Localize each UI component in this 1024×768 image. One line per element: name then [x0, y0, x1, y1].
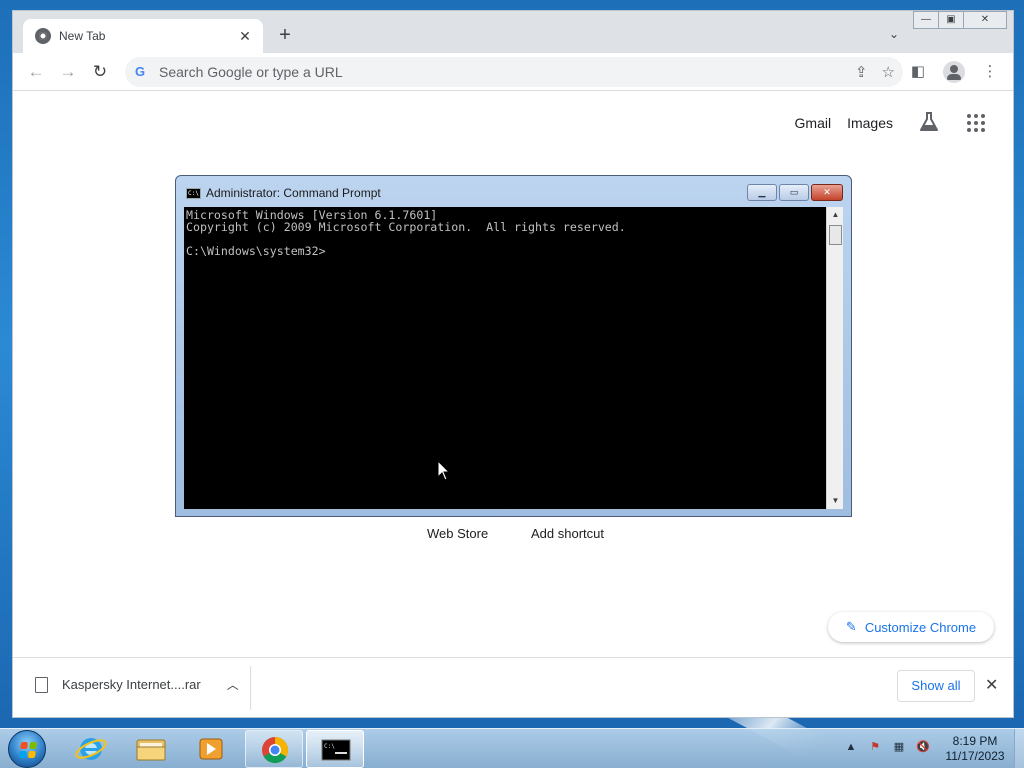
omnibox[interactable]: G Search Google or type a URL ⇪ ☆ [125, 57, 903, 87]
taskbar-internet-explorer[interactable] [62, 730, 120, 768]
images-link[interactable]: Images [847, 115, 893, 131]
file-icon [35, 676, 48, 693]
shortcut-add-shortcut[interactable]: Add shortcut [531, 526, 604, 541]
close-download-shelf-icon[interactable]: ✕ [985, 675, 998, 695]
taskbar: C:\ ▲ ⚑ ▦ 🔇 8:19 PM 11/17/2023 [0, 728, 1024, 768]
side-panel-icon[interactable]: ◧ [907, 61, 929, 83]
taskbar-command-prompt[interactable]: C:\ [306, 730, 364, 768]
bookmark-star-icon[interactable]: ☆ [882, 63, 895, 81]
windows-logo-icon [18, 742, 38, 758]
network-icon[interactable]: ▦ [891, 739, 907, 755]
chrome-icon [262, 736, 289, 764]
ntp-header-links: Gmail Images [795, 115, 893, 131]
download-item[interactable]: Kaspersky Internet....rar ︿ [35, 676, 239, 693]
shortcuts-row: Web Store Add shortcut [13, 526, 1013, 546]
cmd-close-button[interactable]: ✕ [811, 184, 843, 201]
reload-icon[interactable]: ↻ [89, 61, 111, 83]
tab-strip: New Tab ✕ + ⌄ — ▣ ✕ [13, 11, 1013, 53]
taskbar-file-explorer[interactable] [122, 730, 180, 768]
download-shelf: Kaspersky Internet....rar ︿ Show all ✕ [13, 657, 1013, 717]
shortcut-web-store[interactable]: Web Store [427, 526, 488, 541]
scroll-down-arrow-icon[interactable]: ▼ [827, 493, 844, 509]
restore-button[interactable]: ▣ [938, 11, 964, 29]
console-line: Copyright (c) 2009 Microsoft Corporation… [186, 220, 626, 234]
minimize-button[interactable]: — [913, 11, 939, 29]
labs-flask-icon[interactable] [918, 111, 940, 133]
window-controls: — ▣ ✕ [913, 11, 1007, 29]
scroll-thumb[interactable] [829, 225, 842, 245]
clock-time: 8:19 PM [952, 734, 998, 748]
download-file-name: Kaspersky Internet....rar [62, 677, 201, 692]
customize-chrome-label: Customize Chrome [864, 619, 977, 635]
tab-title: New Tab [59, 29, 106, 43]
cmd-maximize-button[interactable]: ▭ [779, 184, 809, 201]
cmd-title-bar[interactable]: C:\ Administrator: Command Prompt ▁ ▭ ✕ [176, 176, 851, 206]
close-window-button[interactable]: ✕ [963, 11, 1007, 29]
tab-close-icon[interactable]: ✕ [237, 28, 253, 45]
folder-icon [136, 739, 166, 761]
system-tray: ▲ ⚑ ▦ 🔇 [843, 739, 931, 755]
back-arrow-icon[interactable]: ← [25, 61, 47, 83]
show-hidden-icons-arrow-icon[interactable]: ▲ [843, 739, 859, 755]
cmd-app-icon: C:\ [186, 188, 201, 199]
taskbar-media-player[interactable] [182, 730, 240, 768]
taskbar-chrome[interactable] [245, 730, 303, 768]
cmd-window-title: Administrator: Command Prompt [206, 186, 381, 200]
command-prompt-icon: C:\ [321, 739, 351, 761]
gmail-link[interactable]: Gmail [795, 115, 832, 131]
forward-arrow-icon[interactable]: → [57, 61, 79, 83]
google-g-icon: G [135, 64, 146, 79]
profile-avatar-icon[interactable] [943, 61, 965, 83]
command-prompt-window[interactable]: C:\ Administrator: Command Prompt ▁ ▭ ✕ … [175, 175, 852, 517]
new-tab-button[interactable]: + [275, 25, 295, 45]
media-player-icon [199, 738, 223, 760]
console-prompt: C:\Windows\system32> [186, 244, 326, 258]
toolbar: ← → ↻ G Search Google or type a URL ⇪ ☆ … [13, 53, 1013, 91]
tab-search-chevron-icon[interactable]: ⌄ [886, 27, 902, 43]
chevron-up-icon[interactable]: ︿ [227, 676, 239, 693]
taskbar-clock[interactable]: 8:19 PM 11/17/2023 [940, 734, 1010, 764]
pencil-icon: ✎ [845, 619, 857, 634]
svg-text:C:\: C:\ [324, 743, 335, 750]
menu-kebab-icon[interactable]: ⋮ [979, 61, 1001, 83]
start-button[interactable] [8, 730, 46, 768]
download-divider [250, 666, 251, 710]
chrome-favicon-icon [35, 28, 51, 44]
internet-explorer-icon [75, 738, 107, 760]
show-all-button[interactable]: Show all [897, 670, 975, 702]
omnibox-input[interactable]: Search Google or type a URL [159, 64, 855, 80]
cmd-console[interactable]: Microsoft Windows [Version 6.1.7601] Copy… [184, 207, 826, 509]
clock-date: 11/17/2023 [945, 749, 1005, 763]
tab-new-tab[interactable]: New Tab ✕ [23, 19, 263, 53]
mouse-cursor-icon [437, 460, 451, 481]
volume-muted-icon[interactable]: 🔇 [915, 739, 931, 755]
cmd-scrollbar[interactable]: ▲ ▼ [826, 207, 843, 509]
cmd-minimize-button[interactable]: ▁ [747, 184, 777, 201]
customize-chrome-button[interactable]: ✎ Customize Chrome [828, 612, 994, 642]
share-icon[interactable]: ⇪ [855, 63, 868, 81]
show-desktop-button[interactable] [1014, 729, 1024, 768]
scroll-up-arrow-icon[interactable]: ▲ [827, 207, 844, 223]
action-center-flag-icon[interactable]: ⚑ [867, 739, 883, 755]
google-apps-grid-icon[interactable] [967, 114, 985, 132]
